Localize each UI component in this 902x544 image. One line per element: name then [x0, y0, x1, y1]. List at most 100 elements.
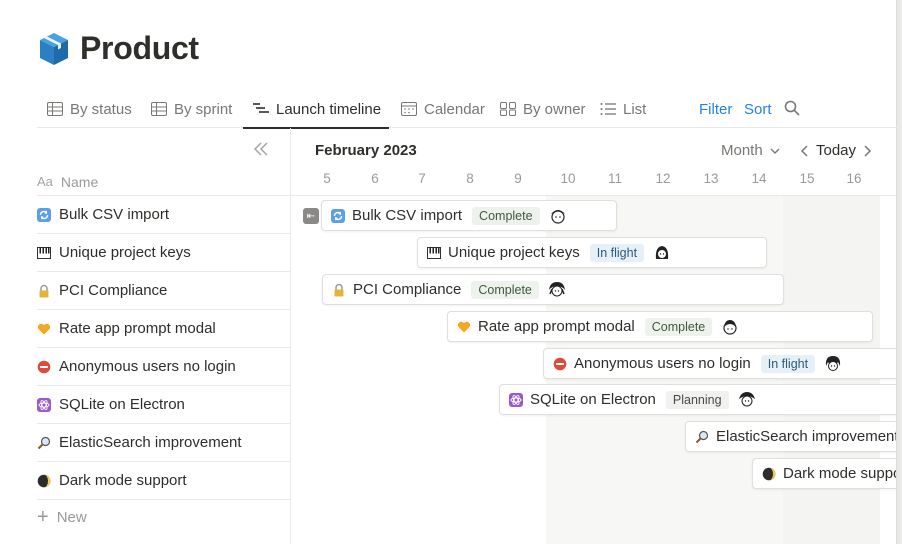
magnifier-icon [695, 430, 709, 444]
month-label: February 2023 [315, 142, 417, 159]
scrollbar-edge[interactable] [896, 0, 902, 544]
status-badge: In flight [589, 243, 645, 262]
status-badge: Complete [644, 317, 713, 336]
day-label: 12 [655, 171, 671, 186]
orange-heart-icon [457, 320, 471, 334]
no-entry-icon [37, 360, 51, 374]
row-label: Unique project keys [59, 244, 191, 261]
table-row[interactable]: Rate app prompt modal [37, 310, 290, 348]
scale-value: Month [721, 142, 763, 159]
chevron-right-icon[interactable] [861, 144, 873, 158]
timeline-bar[interactable]: Anonymous users no login In flight [543, 348, 896, 379]
chevron-down-icon [770, 148, 780, 154]
status-badge: Planning [665, 390, 729, 409]
tab-list[interactable]: List [600, 90, 646, 128]
avatar [550, 209, 565, 224]
column-label: Name [60, 173, 99, 190]
table-row[interactable]: ElasticSearch improvement [37, 424, 290, 462]
tab-label: List [623, 100, 647, 118]
date-navigation: Today [799, 142, 873, 159]
avatar [655, 245, 669, 259]
page-title: Product [80, 30, 199, 66]
tab-label: By status [70, 100, 132, 118]
row-label: Bulk CSV import [59, 206, 170, 223]
row-label: PCI Compliance [59, 282, 168, 299]
row-label: Dark mode support [59, 472, 187, 489]
bar-label: ElasticSearch improvement [716, 428, 896, 445]
scroll-to-item-button[interactable]: ⇤ [303, 208, 319, 224]
timeline-view: February 2023 Month Today 5 6 7 8 9 10 1… [291, 128, 896, 544]
day-label: 16 [846, 171, 862, 186]
moon-icon [762, 467, 776, 481]
scale-select[interactable]: Month [721, 142, 781, 159]
tab-launch-timeline[interactable]: Launch timeline [242, 90, 390, 129]
sync-arrows-icon [331, 208, 345, 223]
day-label: 10 [560, 171, 576, 186]
orange-heart-icon [37, 322, 51, 336]
tab-label: By owner [523, 100, 586, 118]
timeline-bar[interactable]: SQLite on Electron Planning [499, 384, 896, 415]
view-tabs: By status By sprint Launch timeline Cale… [37, 90, 897, 129]
table-row[interactable]: Unique project keys [37, 234, 290, 272]
table-icon [47, 102, 63, 116]
avatar [548, 281, 565, 296]
list-icon [600, 103, 616, 115]
table-row[interactable]: PCI Compliance [37, 272, 290, 310]
tab-by-status[interactable]: By status [47, 90, 132, 128]
name-column-header[interactable]: Aa Name [37, 168, 290, 196]
atom-icon [37, 397, 51, 412]
sync-arrows-icon [37, 207, 51, 222]
plus-icon: + [37, 505, 49, 528]
tab-by-sprint[interactable]: By sprint [151, 90, 232, 128]
row-label: Anonymous users no login [59, 358, 236, 375]
tab-label: Launch timeline [276, 100, 382, 118]
status-badge: In flight [760, 354, 816, 373]
timeline-bar[interactable]: PCI Compliance Complete [322, 274, 784, 305]
timeline-bar[interactable]: Unique project keys In flight [417, 237, 767, 268]
board-icon [500, 102, 516, 116]
day-label: 5 [323, 171, 331, 186]
item-table: Aa Name Bulk CSV import Unique project k… [37, 128, 290, 544]
today-button[interactable]: Today [816, 142, 856, 159]
day-label: 13 [703, 171, 719, 186]
piano-keys-icon [427, 246, 441, 260]
tab-calendar[interactable]: Calendar [401, 90, 485, 128]
search-icon[interactable] [784, 100, 800, 116]
chevron-left-icon[interactable] [799, 144, 811, 158]
tab-by-owner[interactable]: By owner [500, 90, 586, 128]
avatar [738, 391, 755, 406]
timeline-bar[interactable]: Rate app prompt modal Complete [447, 311, 873, 342]
avatar [825, 355, 841, 371]
timeline-bar[interactable]: Dark mode support [752, 458, 896, 489]
filter-button[interactable]: Filter [699, 90, 732, 128]
bar-label: Anonymous users no login [574, 355, 751, 372]
tab-label: By sprint [174, 100, 233, 118]
day-label: 15 [799, 171, 815, 186]
day-label: 14 [751, 171, 767, 186]
status-badge: Complete [471, 280, 539, 299]
table-row[interactable]: SQLite on Electron [37, 386, 290, 424]
lock-icon [332, 283, 346, 297]
bar-label: Bulk CSV import [352, 207, 463, 224]
bar-label: Dark mode support [783, 465, 896, 482]
table-row[interactable]: Bulk CSV import [37, 196, 290, 234]
table-icon [151, 102, 167, 116]
atom-icon [509, 392, 523, 407]
moon-icon [37, 474, 51, 488]
tab-label: Calendar [424, 100, 485, 118]
day-label: 11 [607, 171, 622, 186]
table-row[interactable]: Dark mode support [37, 462, 290, 500]
double-chevron-left-icon[interactable] [253, 141, 269, 157]
piano-keys-icon [37, 246, 51, 260]
sort-button[interactable]: Sort [744, 90, 772, 128]
timeline-bar[interactable]: Bulk CSV import Complete [321, 200, 617, 231]
day-label: 8 [466, 171, 474, 186]
timeline-bar[interactable]: ElasticSearch improvement [685, 421, 896, 452]
row-label: Rate app prompt modal [59, 320, 216, 337]
row-label: SQLite on Electron [59, 396, 185, 413]
table-row[interactable]: Anonymous users no login [37, 348, 290, 386]
bar-label: PCI Compliance [353, 281, 462, 298]
package-cube-icon [40, 32, 68, 65]
header-divider [291, 195, 896, 196]
new-item-button[interactable]: + New [37, 500, 290, 534]
